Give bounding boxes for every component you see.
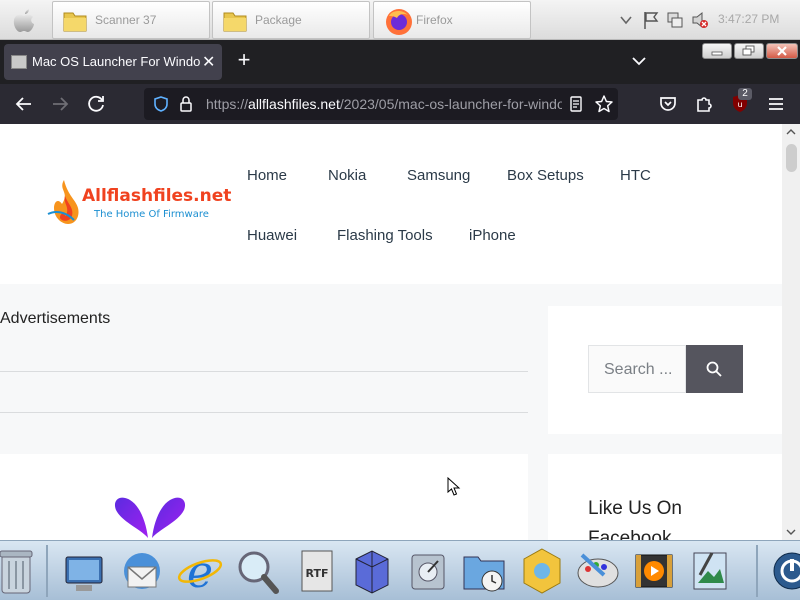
list-all-tabs-icon[interactable] [628,52,650,70]
books-icon[interactable] [348,545,396,597]
lock-icon[interactable] [178,95,194,113]
url-bar[interactable]: https://allflashfiles.net/2023/05/mac-os… [144,88,618,120]
disk-utility-icon[interactable] [404,545,452,597]
computer-icon[interactable] [60,545,108,597]
folder-icon [223,12,247,32]
close-icon [777,46,787,56]
nav-link-iphone[interactable]: iPhone [469,227,516,244]
nav-link-huawei[interactable]: Huawei [247,227,297,244]
search-button[interactable] [686,345,743,393]
taskbar-item-folder-2[interactable]: Package [212,1,370,39]
flag-icon[interactable] [642,10,660,30]
svg-text:e: e [187,547,213,597]
new-tab-button[interactable]: + [232,48,256,72]
svg-text:u: u [737,100,742,109]
site-favicon-icon [11,55,27,69]
taskbar-item-folder-1[interactable]: Scanner 37 [52,1,210,39]
taskbar-item-label: Firefox [416,13,453,27]
speaker-muted-icon[interactable] [690,10,710,30]
folder-icon [63,12,87,32]
divider [0,371,528,372]
page-scrollbar[interactable] [782,124,800,540]
preview-icon[interactable] [686,545,734,597]
magnifier-icon[interactable] [234,545,282,597]
web-page: Allflashfiles.net The Home Of Firmware H… [0,124,782,540]
rtf-document-icon[interactable]: RTF [292,545,340,597]
divider [0,412,528,413]
forward-arrow-icon[interactable] [48,92,72,116]
browser-tab-active[interactable]: Mac OS Launcher For Windows ✕ [4,44,222,80]
mouse-cursor-icon [447,477,461,496]
back-arrow-icon[interactable] [12,92,36,116]
scroll-down-icon[interactable] [786,528,796,536]
search-input[interactable]: Search ... [588,345,686,393]
search-icon [706,361,722,377]
taskbar-item-label: Scanner 37 [95,13,157,27]
tab-title: Mac OS Launcher For Windows [32,54,200,69]
bookmark-star-icon[interactable] [594,94,614,114]
nav-link-home[interactable]: Home [247,167,287,184]
dock-separator [756,545,758,597]
paint-palette-icon[interactable] [574,545,622,597]
url-text[interactable]: https://allflashfiles.net/2023/05/mac-os… [206,96,562,112]
browser-navigation-toolbar: https://allflashfiles.net/2023/05/mac-os… [0,84,800,124]
mail-icon[interactable] [118,545,166,597]
window-close-button[interactable] [766,43,798,59]
logo-tagline: The Home Of Firmware [94,209,209,220]
scroll-up-icon[interactable] [786,128,796,136]
facebook-widget-title: Like Us On Facebook [588,498,682,540]
hexagon-settings-icon[interactable] [518,545,566,597]
nav-link-samsung[interactable]: Samsung [407,167,470,184]
os-taskbar: Scanner 37 Package Firefox 3:47:27 PM [0,0,800,40]
tracking-shield-icon[interactable] [152,95,170,113]
nav-link-flashing-tools[interactable]: Flashing Tools [337,227,433,244]
search-placeholder: Search ... [604,361,673,378]
scroll-thumb[interactable] [786,144,797,172]
apple-logo-icon[interactable] [8,5,40,35]
reload-icon[interactable] [84,92,108,116]
nav-link-nokia[interactable]: Nokia [328,167,366,184]
browser-tab-strip: Mac OS Launcher For Windows ✕ + [0,40,800,84]
launcher-dock: e RTF [0,540,800,600]
flame-logo-icon [47,180,79,224]
chevron-down-icon[interactable] [618,10,634,30]
site-logo[interactable]: Allflashfiles.net The Home Of Firmware [44,176,232,232]
butterfly-logo-icon [114,497,186,538]
power-icon[interactable] [768,545,800,597]
url-path: /2023/05/mac-os-launcher-for-windo [339,96,562,112]
window-restore-button[interactable] [734,43,764,59]
window-minimize-button[interactable] [702,43,732,59]
tab-close-icon[interactable]: ✕ [202,52,215,72]
dock-separator [46,545,48,597]
internet-explorer-icon[interactable]: e [176,545,224,597]
system-clock: 3:47:27 PM [718,12,780,26]
url-host: allflashfiles.net [248,96,340,112]
url-scheme: https:// [206,96,249,112]
taskbar-item-firefox[interactable]: Firefox [373,1,531,39]
pocket-icon[interactable] [656,92,680,116]
restore-icon [742,45,755,56]
svg-text:RTF: RTF [306,567,329,580]
nav-link-htc[interactable]: HTC [620,167,651,184]
extensions-puzzle-icon[interactable] [692,92,716,116]
reader-view-icon[interactable] [568,95,584,113]
time-machine-folder-icon[interactable] [460,545,508,597]
media-player-icon[interactable] [630,545,678,597]
taskbar-item-label: Package [255,13,302,27]
site-header: Allflashfiles.net The Home Of Firmware H… [0,124,782,284]
minimize-icon [711,51,723,56]
extension-badge-count: 2 [738,88,752,100]
firefox-icon [386,9,412,35]
network-icon[interactable] [666,10,684,30]
hamburger-menu-icon[interactable] [764,92,788,116]
logo-text: Allflashfiles.net [82,186,232,206]
article-card [0,454,528,540]
nav-link-box-setups[interactable]: Box Setups [507,167,584,184]
advertisements-label: Advertisements [0,310,111,327]
trash-icon[interactable] [0,545,40,597]
